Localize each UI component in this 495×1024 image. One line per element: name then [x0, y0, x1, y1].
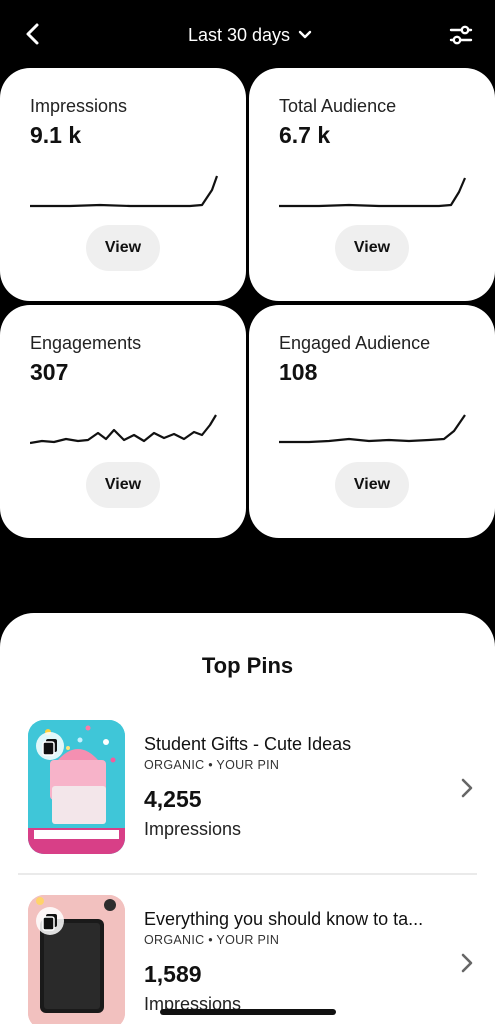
pin-meta: ORGANIC • YOUR PIN — [144, 758, 280, 772]
pin-thumbnail — [28, 720, 125, 854]
pin-type-badge — [36, 732, 64, 760]
pin-impressions-count: 1,589 — [144, 961, 202, 987]
chevron-right-icon — [461, 953, 473, 973]
impressions-card: Impressions 9.1 k View — [0, 68, 246, 301]
view-total-audience-button[interactable]: View — [335, 225, 409, 271]
pin-impressions-count: 4,255 — [144, 786, 202, 812]
metric-label: Engagements — [30, 333, 142, 353]
date-range-label: Last 30 days — [187, 24, 291, 45]
metric-value: 307 — [30, 359, 69, 385]
metric-label: Total Audience — [279, 96, 397, 116]
metric-value: 108 — [279, 359, 318, 385]
metric-value: 9.1 k — [30, 122, 82, 148]
pin-type-badge — [36, 907, 64, 935]
top-pins-title: Top Pins — [201, 653, 294, 678]
view-engagements-button[interactable]: View — [86, 462, 160, 508]
pin-title: Everything you should know to ta... — [144, 909, 424, 929]
sliders-icon — [449, 25, 473, 45]
home-indicator[interactable] — [160, 1009, 336, 1015]
chevron-left-icon — [26, 23, 39, 45]
top-pins-sheet: Top Pins Student Gifts - Cute Ideas ORGA… — [0, 613, 495, 1024]
date-range-dropdown[interactable]: Last 30 days — [170, 20, 330, 50]
engagements-sparkline — [30, 414, 217, 445]
view-engaged-audience-button[interactable]: View — [335, 462, 409, 508]
pin-impressions-label: Impressions — [144, 819, 242, 839]
total-audience-sparkline — [279, 177, 467, 208]
engaged-audience-card: Engaged Audience 108 View — [249, 305, 495, 538]
list-divider — [18, 873, 477, 875]
top-bar: Last 30 days — [0, 0, 495, 68]
impressions-sparkline — [30, 175, 219, 208]
pin-thumbnail — [28, 895, 125, 1024]
metric-label: Engaged Audience — [279, 333, 431, 353]
chevron-down-icon — [298, 30, 312, 39]
view-impressions-button[interactable]: View — [86, 225, 160, 271]
filter-button[interactable] — [446, 20, 476, 50]
top-pin-row[interactable]: Everything you should know to ta... ORGA… — [0, 895, 495, 1024]
back-button[interactable] — [18, 20, 48, 50]
carousel-icon — [42, 914, 57, 931]
chevron-right-icon — [461, 778, 473, 798]
metric-value: 6.7 k — [279, 122, 331, 148]
pin-title: Student Gifts - Cute Ideas — [144, 734, 352, 754]
carousel-icon — [42, 739, 57, 756]
top-pin-row[interactable]: Student Gifts - Cute Ideas ORGANIC • YOU… — [0, 720, 495, 870]
total-audience-card: Total Audience 6.7 k View — [249, 68, 495, 301]
metric-label: Impressions — [30, 96, 128, 116]
engaged-audience-sparkline — [279, 414, 466, 444]
engagements-card: Engagements 307 View — [0, 305, 246, 538]
pin-meta: ORGANIC • YOUR PIN — [144, 933, 280, 947]
